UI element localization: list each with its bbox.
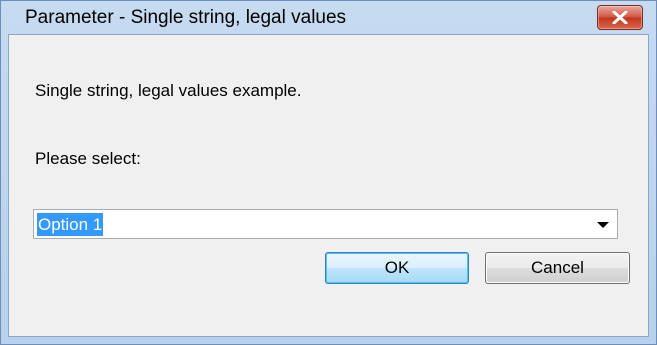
ok-button[interactable]: OK bbox=[325, 252, 469, 284]
description-text: Single string, legal values example. bbox=[35, 81, 302, 100]
chevron-down-icon[interactable] bbox=[597, 222, 609, 228]
select-label: Please select: bbox=[35, 149, 141, 168]
dialog-window: Parameter - Single string, legal values … bbox=[0, 0, 657, 345]
dialog-body: Single string, legal values example. Ple… bbox=[8, 34, 649, 337]
window-title: Parameter - Single string, legal values bbox=[25, 7, 347, 28]
close-icon bbox=[612, 11, 628, 24]
title-bar[interactable]: Parameter - Single string, legal values bbox=[1, 1, 656, 34]
close-button[interactable] bbox=[597, 5, 643, 30]
select-value[interactable]: Option 1 bbox=[37, 213, 104, 236]
cancel-button[interactable]: Cancel bbox=[485, 252, 630, 284]
option-select[interactable]: Option 1 bbox=[33, 209, 618, 239]
